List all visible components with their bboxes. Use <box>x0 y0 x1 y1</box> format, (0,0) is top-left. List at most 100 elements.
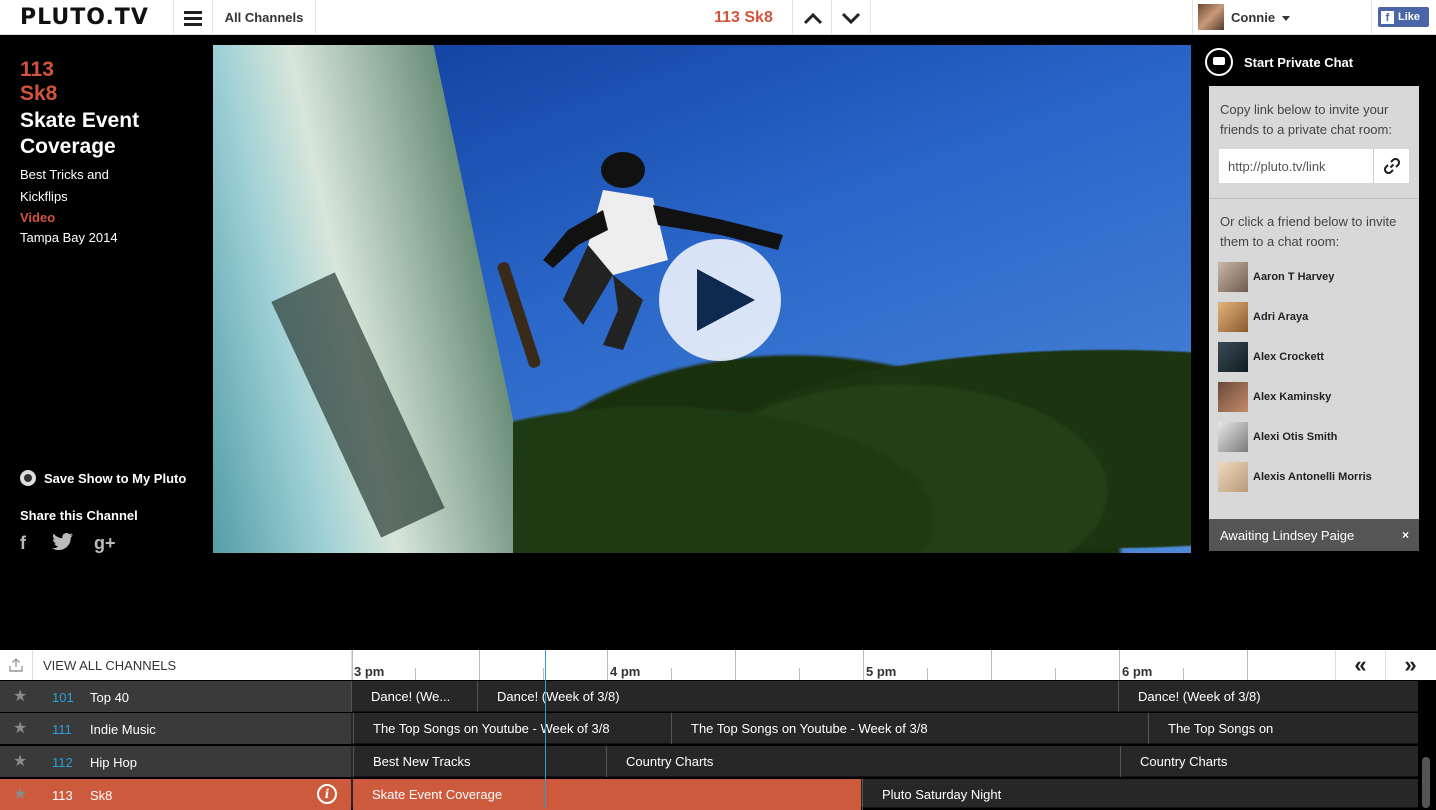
chevron-down-icon <box>841 12 861 24</box>
save-show-label: Save Show to My Pluto <box>44 470 187 486</box>
program-cell[interactable]: Best New Tracks <box>353 746 605 777</box>
channel-number: 112 <box>52 755 73 770</box>
program-cell[interactable]: Dance! (Week of 3/8) <box>477 681 1117 712</box>
current-channel-label: 113 Sk8 <box>714 8 773 26</box>
hamburger-icon <box>184 10 202 26</box>
link-icon <box>1383 158 1400 174</box>
friend-item[interactable]: Aaron T Harvey <box>1218 262 1334 292</box>
program-cell-current[interactable]: Skate Event Coverage <box>353 779 861 810</box>
guide-scrollbar[interactable] <box>1422 757 1430 808</box>
friend-item[interactable]: Alex Crockett <box>1218 342 1324 372</box>
channel-row[interactable]: ★ 112 Hip Hop Best New Tracks Country Ch… <box>0 746 1418 777</box>
tick <box>479 650 480 680</box>
view-all-channels-link[interactable]: VIEW ALL CHANNELS <box>43 658 176 673</box>
time-label: 6 pm <box>1122 664 1153 679</box>
program-cell[interactable]: The Top Songs on Youtube - Week of 3/8 <box>671 713 1147 744</box>
star-icon[interactable]: ★ <box>13 784 27 804</box>
tick <box>799 668 800 680</box>
channel-name: Hip Hop <box>90 755 137 770</box>
menu-button[interactable] <box>173 0 213 35</box>
program-cell[interactable]: Country Charts <box>606 746 1120 777</box>
close-icon[interactable]: × <box>1402 528 1409 542</box>
channel-row-selected[interactable]: ★ 113 Sk8 i Skate Event Coverage Pluto S… <box>0 779 1418 810</box>
invite-link-field[interactable] <box>1219 149 1373 183</box>
program-cell[interactable]: Dance! (We... <box>351 681 475 712</box>
friend-name: Alex Kaminsky <box>1253 391 1332 403</box>
user-menu[interactable]: Connie <box>1192 0 1372 35</box>
channel-up-button[interactable] <box>792 0 832 35</box>
save-show-button[interactable]: Save Show to My Pluto <box>20 470 186 486</box>
friend-item[interactable]: Adri Araya <box>1218 302 1308 332</box>
pluto-tv-logo[interactable]: PLUTO.TV <box>20 5 149 30</box>
facebook-icon: f <box>1381 10 1394 24</box>
show-subtitle: Best Tricks and Kickflips <box>20 167 109 204</box>
tick <box>671 668 672 680</box>
current-time-indicator <box>545 650 546 808</box>
star-icon[interactable]: ★ <box>13 718 27 738</box>
guide-header: VIEW ALL CHANNELS 3 pm 4 pm 5 pm 6 pm « … <box>0 650 1436 680</box>
star-icon[interactable]: ★ <box>13 686 27 706</box>
upload-button[interactable] <box>0 650 33 680</box>
facebook-icon[interactable]: f <box>20 533 26 554</box>
link-row <box>1219 149 1409 183</box>
twitter-icon[interactable] <box>52 533 74 556</box>
google-plus-icon[interactable]: g+ <box>94 533 116 554</box>
tick <box>1247 650 1248 680</box>
friend-text: Or click a friend below to invite them t… <box>1220 214 1397 249</box>
chat-title: Start Private Chat <box>1244 54 1354 70</box>
time-label: 3 pm <box>354 664 385 679</box>
friend-name: Adri Araya <box>1253 311 1309 323</box>
divider <box>1209 198 1419 199</box>
tick <box>991 650 992 680</box>
channel-number: 111 <box>52 722 72 737</box>
start-private-chat-button[interactable]: Start Private Chat <box>1205 48 1353 76</box>
friend-avatar <box>1218 262 1248 292</box>
tick <box>1183 668 1184 680</box>
hour-tick <box>607 650 608 680</box>
time-label: 4 pm <box>610 664 641 679</box>
invite-text: Copy link below to invite your friends t… <box>1220 102 1392 137</box>
caret-down-icon <box>1282 16 1290 21</box>
all-channels-button[interactable]: All Channels <box>213 0 316 35</box>
prev-time-button[interactable]: « <box>1335 650 1385 680</box>
friend-name: Alex Crockett <box>1253 351 1324 363</box>
friend-item[interactable]: Alexis Antonelli Morris <box>1218 462 1372 492</box>
next-time-button[interactable]: » <box>1385 650 1435 680</box>
channel-number: 113 <box>20 58 54 81</box>
tick <box>415 668 416 680</box>
channel-name: Indie Music <box>90 722 156 737</box>
awaiting-status: Awaiting Lindsey Paige × <box>1209 519 1419 551</box>
upload-icon <box>9 658 23 672</box>
program-cell[interactable]: The Top Songs on Youtube - Week of 3/8 <box>353 713 669 744</box>
friend-avatar <box>1218 302 1248 332</box>
channel-number: 113 <box>52 788 73 803</box>
info-icon[interactable]: i <box>317 784 337 804</box>
share-title: Share this Channel <box>20 508 138 523</box>
program-cell[interactable]: Pluto Saturday Night <box>862 779 1418 810</box>
channel-name: Sk8 <box>90 788 113 803</box>
friend-item[interactable]: Alex Kaminsky <box>1218 382 1331 412</box>
channel-row[interactable]: ★ 111 Indie Music The Top Songs on Youtu… <box>0 713 1418 744</box>
hour-tick <box>863 650 864 680</box>
friend-avatar <box>1218 382 1248 412</box>
channel-down-button[interactable] <box>831 0 871 35</box>
copy-link-button[interactable] <box>1373 149 1409 183</box>
program-cell[interactable]: The Top Songs on <box>1148 713 1418 744</box>
hour-tick <box>352 650 353 680</box>
friend-item[interactable]: Alexi Otis Smith <box>1218 422 1337 452</box>
facebook-like-button[interactable]: f Like <box>1378 7 1429 27</box>
double-chevron-right-icon: » <box>1404 652 1417 677</box>
channel-meta: ★ 113 Sk8 i <box>0 779 351 810</box>
double-chevron-left-icon: « <box>1354 652 1367 677</box>
channel-row[interactable]: ★ 101 Top 40 Dance! (We... Dance! (Week … <box>0 681 1418 712</box>
friend-name: Aaron T Harvey <box>1253 271 1335 283</box>
chat-panel: Copy link below to invite your friends t… <box>1209 86 1419 551</box>
avatar <box>1198 4 1224 30</box>
play-button[interactable] <box>659 239 781 361</box>
program-cell[interactable]: Country Charts <box>1120 746 1418 777</box>
show-info: 113 Sk8 Skate Event Coverage Best Tricks… <box>20 58 205 248</box>
tick <box>927 668 928 680</box>
video-player[interactable] <box>213 45 1191 553</box>
star-icon[interactable]: ★ <box>13 751 27 771</box>
program-cell[interactable]: Dance! (Week of 3/8) <box>1118 681 1418 712</box>
